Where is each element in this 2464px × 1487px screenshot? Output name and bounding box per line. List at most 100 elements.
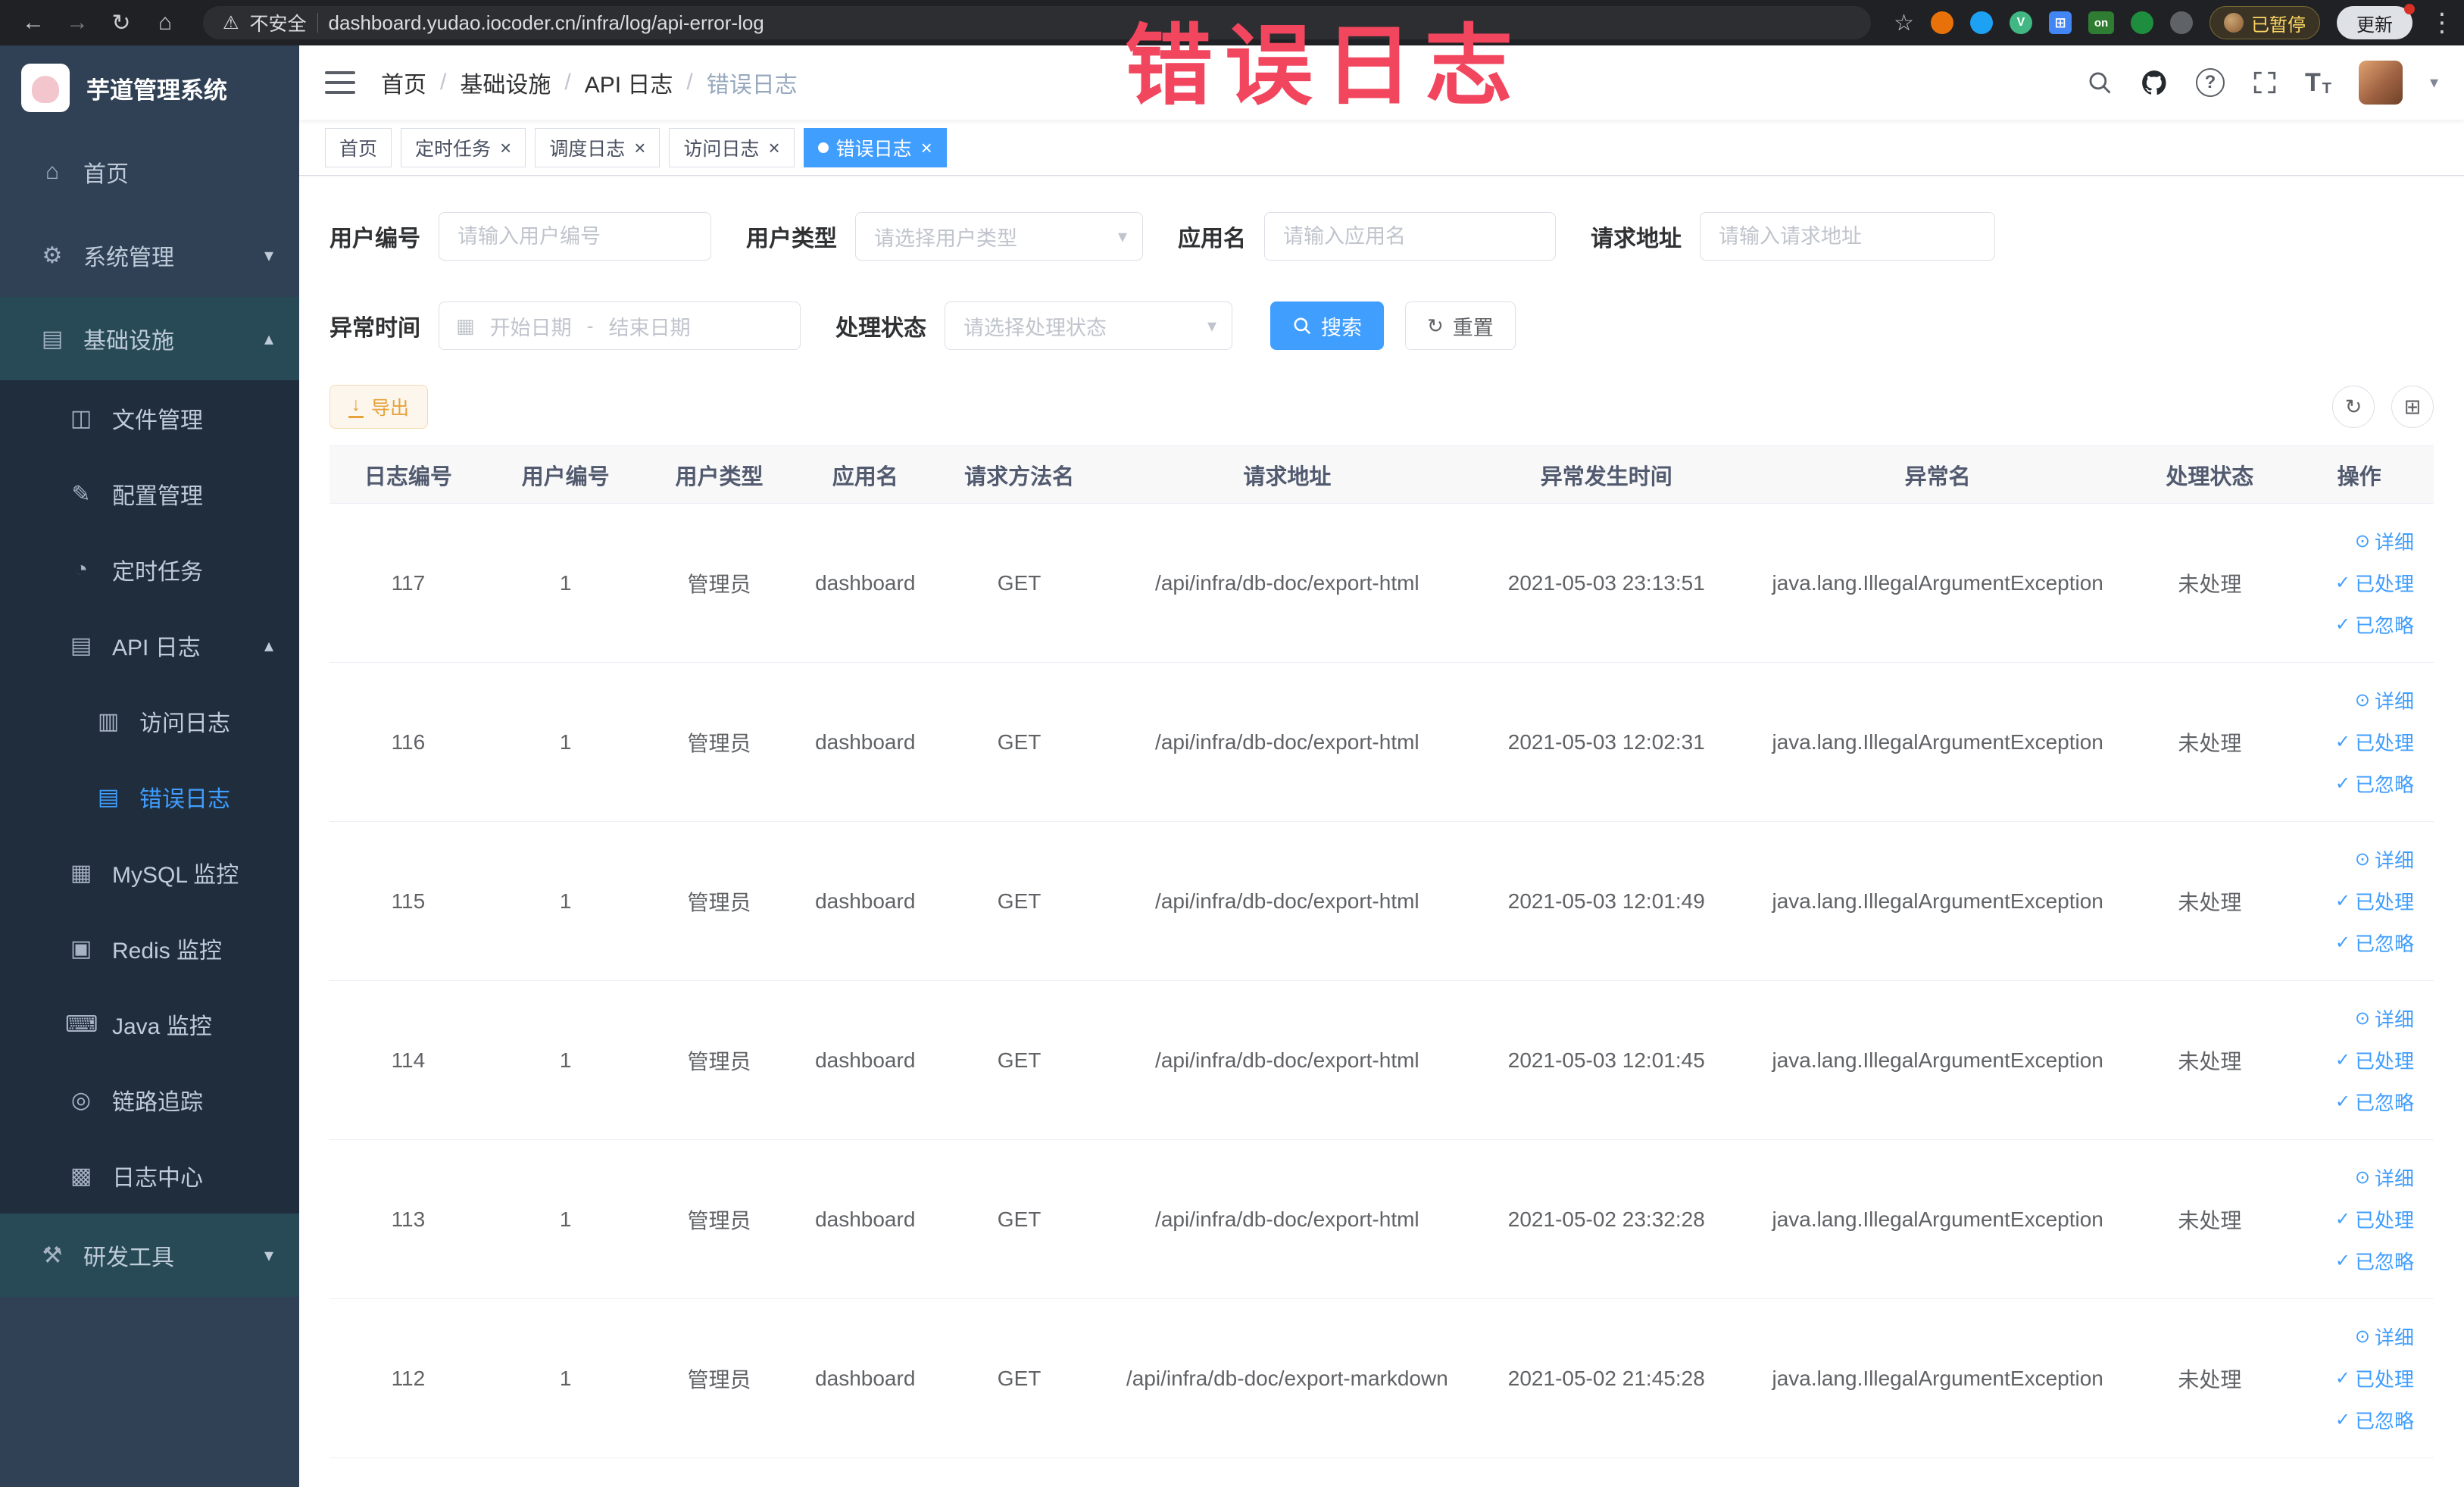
mark-ignored-link[interactable]: ✓ 已忽略: [2335, 770, 2414, 798]
java-icon: ⌨: [65, 1011, 98, 1037]
sidebar-item-error-log[interactable]: ▤ 错误日志: [0, 759, 299, 835]
update-button[interactable]: 更新: [2337, 4, 2415, 39]
sidebar-item-api-log[interactable]: ▤ API 日志 ▴: [0, 608, 299, 683]
paused-badge[interactable]: 已暂停: [2209, 6, 2320, 39]
avatar-caret-down-icon[interactable]: ▾: [2430, 73, 2438, 92]
tab-label: 首页: [339, 138, 378, 160]
hamburger-icon[interactable]: [325, 71, 355, 94]
search-icon[interactable]: [2087, 70, 2113, 95]
breadcrumb-item[interactable]: API 日志: [585, 66, 673, 99]
exception-time-range-picker[interactable]: ▦ 开始日期 - 结束日期: [439, 301, 801, 350]
request-url-input[interactable]: [1700, 212, 1995, 261]
extension-vue-icon[interactable]: V: [2010, 11, 2032, 34]
detail-link[interactable]: ⊙ 详细: [2355, 1323, 2414, 1351]
extension-leaf-icon[interactable]: [2131, 11, 2153, 34]
method-cell: GET: [936, 980, 1103, 1140]
status-cell: 未处理: [2135, 1298, 2285, 1458]
forward-icon[interactable]: →: [58, 5, 97, 41]
sidebar-item-java-monitor[interactable]: ⌨ Java 监控: [0, 986, 299, 1062]
actions-cell: ⊙ 详细 ✓ 已处理 ✓ 已忽略: [2284, 1298, 2434, 1458]
tab-label: 定时任务: [415, 138, 492, 160]
sidebar-item-redis-monitor[interactable]: ▣ Redis 监控: [0, 911, 299, 986]
mark-processed-link[interactable]: ✓ 已处理: [2335, 1046, 2414, 1074]
user-type-select[interactable]: 请选择用户类型 ▾: [855, 212, 1143, 261]
check-icon: ✓: [2334, 1209, 2350, 1229]
mark-processed-link[interactable]: ✓ 已处理: [2335, 728, 2414, 756]
sidebar-item-dev-tools[interactable]: ⚒ 研发工具 ▾: [0, 1214, 299, 1297]
app-name-input[interactable]: [1264, 212, 1556, 261]
process-status-select[interactable]: 请选择处理状态 ▾: [945, 301, 1232, 350]
sidebar-item-config-mgmt[interactable]: ✎ 配置管理: [0, 456, 299, 532]
browser-menu-icon[interactable]: ⋮: [2429, 8, 2455, 38]
back-icon[interactable]: ←: [14, 5, 53, 41]
sidebar-item-log-center[interactable]: ▩ 日志中心: [0, 1138, 299, 1214]
detail-link[interactable]: ⊙ 详细: [2355, 686, 2414, 714]
tab-error-log[interactable]: 错误日志 ×: [803, 127, 947, 167]
close-icon[interactable]: ×: [768, 138, 779, 158]
bookmark-star-icon[interactable]: ☆: [1894, 10, 1914, 36]
mark-processed-link[interactable]: ✓ 已处理: [2335, 1364, 2414, 1392]
extension-orange-icon[interactable]: [1931, 11, 1953, 34]
sidebar-item-infrastructure[interactable]: ▤ 基础设施 ▴: [0, 297, 299, 380]
tab-job-log[interactable]: 调度日志 ×: [535, 127, 661, 167]
reload-icon[interactable]: ↻: [101, 5, 141, 41]
detail-link[interactable]: ⊙ 详细: [2355, 1164, 2414, 1192]
filter-process-status: 处理状态 请选择处理状态 ▾: [835, 301, 1232, 350]
column-settings-button[interactable]: ⊞: [2391, 386, 2434, 428]
sidebar-item-label: 定时任务: [112, 560, 203, 585]
close-icon[interactable]: ×: [921, 138, 932, 158]
sidebar-item-access-log[interactable]: ▥ 访问日志: [0, 683, 299, 759]
user-avatar[interactable]: [2358, 61, 2403, 105]
mark-processed-link[interactable]: ✓ 已处理: [2335, 887, 2414, 915]
extension-on-icon[interactable]: on: [2088, 11, 2114, 34]
export-button[interactable]: ↓ 导出: [329, 385, 429, 429]
search-button[interactable]: 搜索: [1270, 301, 1384, 350]
reset-button[interactable]: ↻ 重置: [1405, 301, 1516, 350]
extension-grid-icon[interactable]: ⊞: [2049, 11, 2072, 34]
github-icon[interactable]: [2140, 68, 2169, 97]
check-icon: ✓: [2334, 1092, 2350, 1112]
font-size-icon[interactable]: T T: [2305, 68, 2331, 98]
sidebar-item-scheduled-jobs[interactable]: ◔ 定时任务: [0, 532, 299, 608]
user-id-input[interactable]: [439, 212, 711, 261]
url-text[interactable]: dashboard.yudao.iocoder.cn/infra/log/api…: [329, 11, 764, 35]
tab-access-log[interactable]: 访问日志 ×: [669, 127, 795, 167]
sidebar-item-file-mgmt[interactable]: ◫ 文件管理: [0, 380, 299, 456]
fullscreen-icon[interactable]: [2252, 70, 2278, 95]
sidebar-item-mysql-monitor[interactable]: ▦ MySQL 监控: [0, 835, 299, 911]
detail-link[interactable]: ⊙ 详细: [2355, 1004, 2414, 1032]
view-icon: ⊙: [2354, 531, 2370, 551]
address-bar[interactable]: ⚠ 不安全 dashboard.yudao.iocoder.cn/infra/l…: [203, 6, 1872, 39]
close-icon[interactable]: ×: [634, 138, 645, 158]
mark-ignored-link[interactable]: ✓ 已忽略: [2335, 1247, 2414, 1275]
sidebar-item-trace[interactable]: ◎ 链路追踪: [0, 1062, 299, 1138]
mark-ignored-link[interactable]: ✓ 已忽略: [2335, 611, 2414, 639]
refresh-icon: ↻: [2344, 395, 2363, 418]
mark-ignored-link[interactable]: ✓ 已忽略: [2335, 1406, 2414, 1434]
mark-ignored-link[interactable]: ✓ 已忽略: [2335, 929, 2414, 957]
mark-processed-link[interactable]: ✓ 已处理: [2335, 569, 2414, 597]
breadcrumb-item[interactable]: 基础设施: [460, 66, 551, 99]
close-icon[interactable]: ×: [500, 138, 511, 158]
sidebar-menu: ⌂ 首页 ⚙ 系统管理 ▾ ▤ 基础设施 ▴ ◫ 文件管理 ✎ 配置管理 ◔ 定时任务 ▤ API 日志 ▴ ▥ 访…: [0, 130, 299, 1297]
time-cell: 2021-05-03 12:02:31: [1472, 662, 1741, 822]
tab-job[interactable]: 定时任务 ×: [401, 127, 526, 167]
sidebar-item-system-mgmt[interactable]: ⚙ 系统管理 ▾: [0, 214, 299, 297]
refresh-table-button[interactable]: ↻: [2332, 386, 2375, 428]
user-type-cell: 管理员: [644, 1139, 795, 1299]
extension-drop-icon[interactable]: [1970, 11, 1993, 34]
sidebar-item-home[interactable]: ⌂ 首页: [0, 130, 299, 214]
filter-exception-time: 异常时间 ▦ 开始日期 - 结束日期: [329, 301, 801, 350]
help-icon[interactable]: ?: [2195, 68, 2225, 97]
breadcrumb-item[interactable]: 首页: [381, 66, 426, 99]
mark-ignored-link[interactable]: ✓ 已忽略: [2335, 1088, 2414, 1116]
logo[interactable]: 芋道管理系统: [0, 45, 299, 130]
mark-processed-link[interactable]: ✓ 已处理: [2335, 1205, 2414, 1233]
extension-paw-icon[interactable]: [2170, 11, 2193, 34]
tab-home[interactable]: 首页: [325, 127, 392, 167]
detail-link[interactable]: ⊙ 详细: [2355, 527, 2414, 555]
app-name-cell: dashboard: [794, 1298, 937, 1458]
browser-home-icon[interactable]: ⌂: [145, 5, 185, 41]
security-label[interactable]: 不安全: [250, 9, 307, 36]
detail-link[interactable]: ⊙ 详细: [2355, 845, 2414, 873]
